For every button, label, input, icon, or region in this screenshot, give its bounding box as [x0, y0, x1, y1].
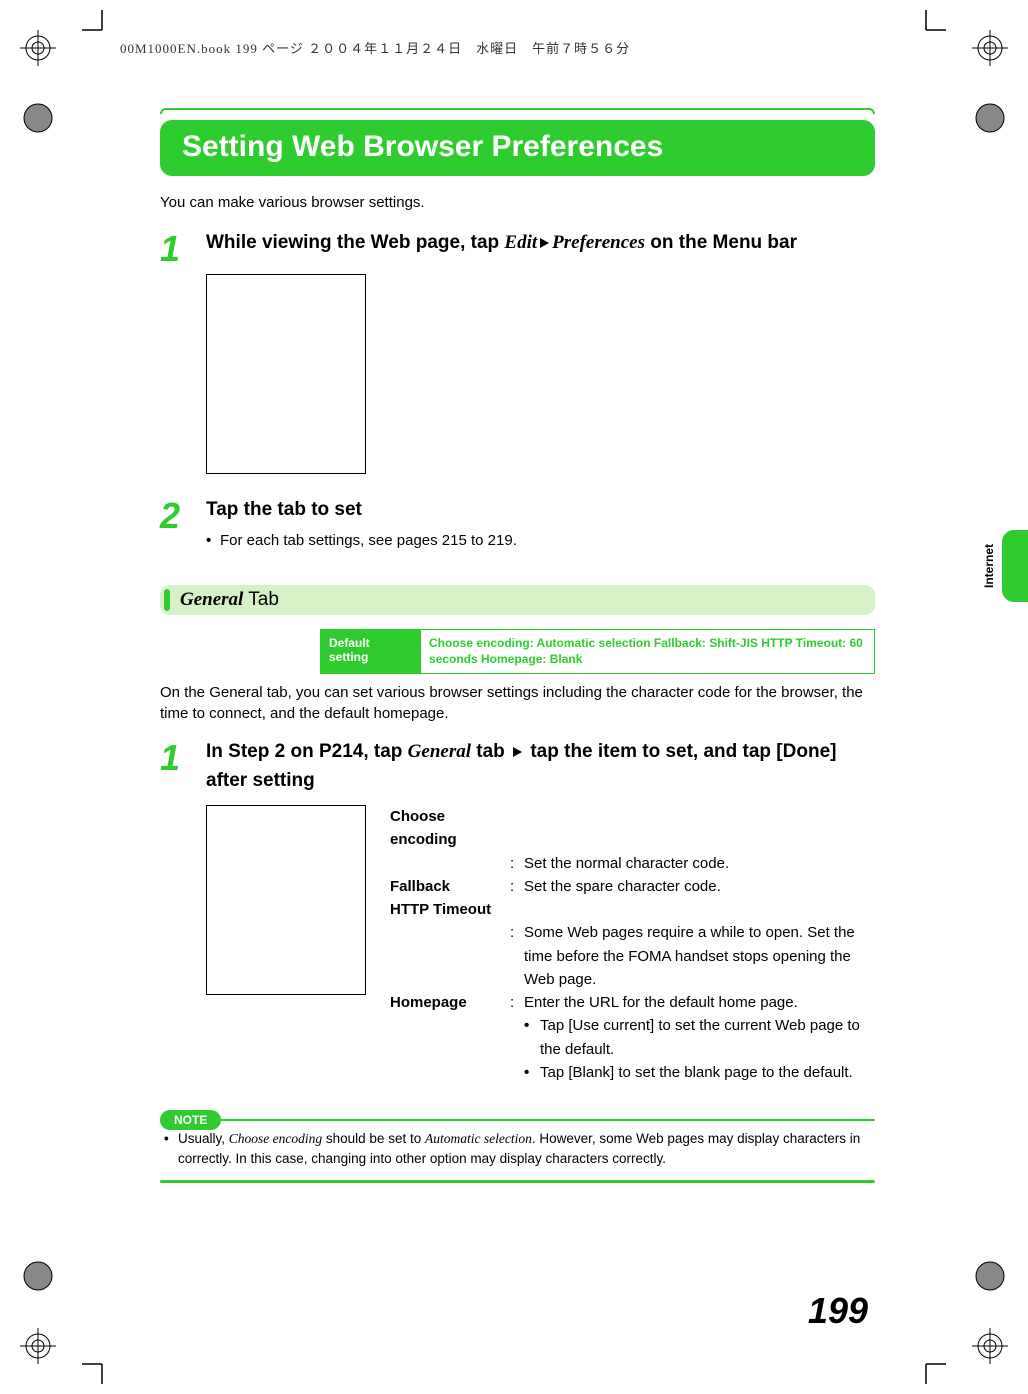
- text: Usually,: [178, 1131, 229, 1146]
- section-heading: General Tab: [160, 585, 875, 615]
- registration-mark: [972, 1258, 1008, 1294]
- screenshot-placeholder: [206, 805, 366, 995]
- step-2-title: Tap the tab to set: [206, 496, 875, 525]
- desc: Some Web pages require a while to open. …: [524, 921, 875, 991]
- default-setting-label: Default setting: [320, 629, 420, 674]
- section-name-rest: Tab: [243, 589, 279, 610]
- section-name-italic: General: [180, 589, 243, 610]
- text: on the Menu bar: [645, 232, 797, 253]
- term: Choose encoding: [390, 805, 510, 852]
- step-1: 1 While viewing the Web page, tap Edit Pr…: [160, 229, 875, 474]
- step-2: 2 Tap the tab to set For each tab settin…: [160, 496, 875, 550]
- registration-mark: [972, 100, 1008, 136]
- note-divider: [160, 1180, 875, 1183]
- term: Homepage: [390, 991, 510, 1014]
- title-accent-bar: [160, 108, 875, 114]
- triangle-icon: [513, 747, 522, 757]
- registration-mark: [20, 30, 56, 66]
- tab-general: General: [408, 741, 471, 762]
- intro-paragraph: You can make various browser settings.: [160, 194, 875, 211]
- title-wrap: Setting Web Browser Preferences: [160, 108, 875, 176]
- triangle-icon: [540, 238, 549, 248]
- def-fallback: Fallback:Set the spare character code.: [390, 875, 875, 898]
- step-1-title: While viewing the Web page, tap Edit Pref…: [206, 229, 875, 258]
- term: HTTP Timeout: [390, 898, 510, 921]
- note-body: Usually, Choose encoding should be set t…: [160, 1121, 875, 1170]
- note-term: Automatic selection: [425, 1131, 532, 1146]
- default-setting-value: Choose encoding: Automatic selection Fal…: [420, 629, 875, 674]
- text: tab: [471, 741, 510, 762]
- registration-mark: [972, 1328, 1008, 1364]
- desc: Set the normal character code.: [524, 852, 875, 875]
- def-http-timeout: HTTP Timeout :Some Web pages require a w…: [390, 898, 875, 991]
- sub-bullet: Tap [Blank] to set the blank page to the…: [524, 1061, 875, 1084]
- crop-mark-bl: [82, 1354, 112, 1384]
- desc: Enter the URL for the default home page.: [524, 991, 875, 1014]
- heading-accent: [164, 589, 170, 611]
- registration-mark: [20, 1328, 56, 1364]
- registration-mark: [20, 1258, 56, 1294]
- note-block: NOTE Usually, Choose encoding should be …: [160, 1110, 875, 1183]
- sub-bullet: Tap [Use current] to set the current Web…: [524, 1014, 875, 1061]
- registration-mark: [20, 100, 56, 136]
- page-number: 199: [808, 1290, 868, 1332]
- text: While viewing the Web page, tap: [206, 232, 504, 253]
- step-2-bullet: For each tab settings, see pages 215 to …: [206, 532, 875, 549]
- def-choose-encoding: Choose encoding :Set the normal characte…: [390, 805, 875, 875]
- step-number: 2: [160, 496, 206, 550]
- text: should be set to: [322, 1131, 425, 1146]
- text: In Step 2 on P214, tap: [206, 741, 408, 762]
- note-term: Choose encoding: [229, 1131, 322, 1146]
- menu-preferences: Preferences: [552, 232, 645, 253]
- term: Fallback: [390, 875, 510, 898]
- side-thumb-tab: [1002, 530, 1028, 602]
- print-header-meta: 00M1000EN.book 199 ページ ２００４年１１月２４日 水曜日 午…: [120, 38, 630, 57]
- page-content: Setting Web Browser Preferences You can …: [160, 108, 875, 1183]
- side-section-label: Internet: [982, 530, 996, 588]
- section-paragraph: On the General tab, you can set various …: [160, 682, 875, 724]
- crop-mark-tr: [916, 10, 946, 40]
- definitions-list: Choose encoding :Set the normal characte…: [390, 805, 875, 1084]
- desc: Set the spare character code.: [524, 875, 875, 898]
- menu-edit: Edit: [504, 232, 537, 253]
- screenshot-placeholder: [206, 274, 366, 474]
- crop-mark-br: [916, 1354, 946, 1384]
- registration-mark: [972, 30, 1008, 66]
- step-number: 1: [160, 738, 206, 1084]
- page-title: Setting Web Browser Preferences: [160, 120, 875, 176]
- crop-mark-tl: [82, 10, 112, 40]
- step-number: 1: [160, 229, 206, 474]
- default-setting-table: Default setting Choose encoding: Automat…: [320, 629, 875, 674]
- step-3-title: In Step 2 on P214, tap General tab tap t…: [206, 738, 875, 795]
- section-heading-wrap: General Tab: [160, 585, 875, 615]
- definitions-layout: Choose encoding :Set the normal characte…: [206, 805, 875, 1084]
- step-3: 1 In Step 2 on P214, tap General tab tap…: [160, 738, 875, 1084]
- def-homepage: Homepage:Enter the URL for the default h…: [390, 991, 875, 1084]
